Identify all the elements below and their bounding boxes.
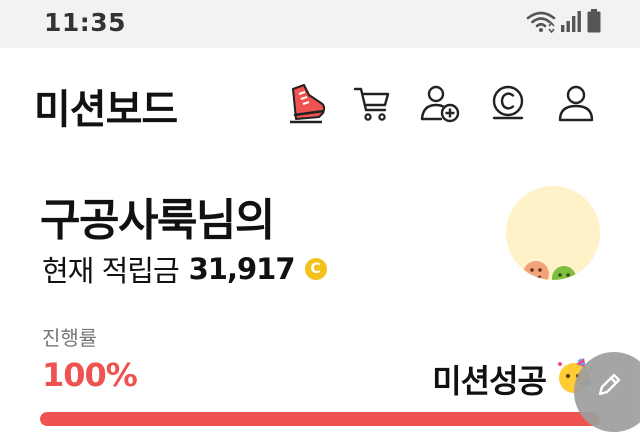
pencil-icon <box>598 373 624 404</box>
progress-bar-fill <box>40 412 600 426</box>
balance-value: 31,917 <box>188 252 296 286</box>
user-greeting: 구공사룩님의 <box>40 195 275 246</box>
coin-icon[interactable] <box>486 81 530 125</box>
profile-icon[interactable] <box>554 81 598 125</box>
balance-label: 현재 적립금 <box>42 254 180 288</box>
app-header: 미션보드 <box>0 48 640 152</box>
balance-row: 현재 적립금 31,917 C <box>42 248 327 290</box>
progress-bar <box>40 412 600 426</box>
avatar[interactable] <box>506 186 600 280</box>
status-bar: 11:35 <box>0 0 640 48</box>
progress-label: 진행률 <box>42 326 98 350</box>
user-add-icon[interactable] <box>418 81 462 125</box>
coin-badge-icon: C <box>304 258 327 280</box>
status-icons <box>526 8 602 38</box>
cart-icon[interactable] <box>350 81 394 125</box>
signal-icon <box>560 9 582 37</box>
progress-value: 100% <box>42 356 138 394</box>
status-time: 11:35 <box>44 8 127 37</box>
page-title: 미션보드 <box>34 87 178 133</box>
sneaker-icon[interactable] <box>284 81 328 125</box>
mission-status: 미션성공 <box>432 362 547 400</box>
battery-icon <box>586 8 602 38</box>
wifi-icon <box>526 9 556 37</box>
